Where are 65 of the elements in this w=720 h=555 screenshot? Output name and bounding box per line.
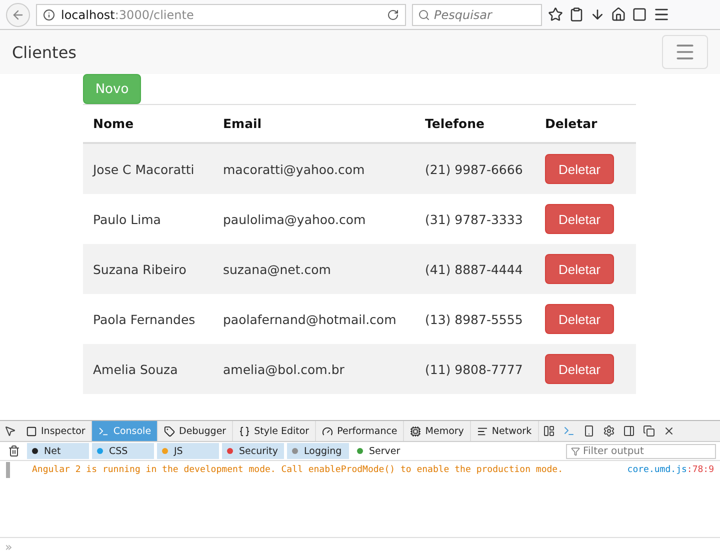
back-button[interactable] [6, 2, 30, 26]
clipboard-icon[interactable] [569, 7, 584, 22]
phone-icon[interactable] [582, 425, 595, 437]
name-cell-text: Suzana Ribeiro [93, 262, 188, 276]
filter-field[interactable]: Filter output [566, 444, 716, 458]
phone-cell-text: (11) 9808-7777 [425, 362, 524, 376]
trash-icon[interactable] [8, 445, 20, 457]
navbar-brand[interactable]: Clientes [12, 42, 76, 62]
filter-icon [571, 446, 580, 456]
delete-button[interactable]: Deletar [545, 204, 614, 234]
console-icon[interactable] [562, 425, 575, 437]
reload-icon[interactable] [387, 8, 399, 20]
email-cell-text: suzana@net.com [223, 262, 332, 276]
email-cell-text: paolafernand@hotmail.com [223, 312, 398, 326]
layout-icon[interactable] [542, 425, 555, 437]
url-host: localhost [61, 8, 115, 22]
gauge-icon [322, 426, 334, 436]
email-cell-text: paulolima@yahoo.com [223, 212, 367, 226]
filter-button[interactable]: JS [157, 443, 219, 459]
name-cell-text: Paola Fernandes [93, 312, 196, 326]
name-cell-text: Jose C Macoratti [93, 162, 196, 176]
terminal-icon [98, 426, 110, 436]
close-icon[interactable] [662, 425, 675, 437]
delete-button[interactable]: Deletar [545, 304, 614, 334]
star-icon[interactable] [548, 7, 563, 22]
braces-icon [239, 426, 250, 436]
tag-icon [164, 426, 176, 436]
filter-button[interactable]: Server [352, 443, 414, 459]
settings-icon[interactable] [602, 425, 615, 437]
menu-icon[interactable] [653, 6, 670, 23]
source-link[interactable]: core.umd.js:78:9 [627, 465, 714, 475]
search-field[interactable]: Pesquisar [412, 4, 542, 26]
delete-button[interactable]: Deletar [545, 354, 614, 384]
email-cell-text: macoratti@yahoo.com [223, 162, 366, 176]
name-cell-text: Paulo Lima [93, 212, 162, 226]
phone-cell-text: (41) 8887-4444 [425, 262, 524, 276]
lines-icon [476, 426, 488, 436]
filter-button[interactable]: Net [27, 443, 89, 459]
windows-icon[interactable] [642, 425, 655, 437]
filter-button[interactable]: Security [222, 443, 284, 459]
name-cell-text: Amelia Souza [93, 362, 179, 376]
column-header: Email [223, 116, 263, 131]
column-header: Nome [93, 116, 135, 131]
delete-button[interactable]: Deletar [545, 154, 614, 184]
email-cell-text: amelia@bol.com.br [223, 362, 346, 376]
menu-toggle-button[interactable] [662, 35, 708, 69]
phone-cell-text: (13) 8987-5555 [425, 312, 524, 326]
delete-button[interactable]: Deletar [545, 254, 614, 284]
column-header: Telefone [425, 116, 486, 131]
square-icon [26, 426, 37, 436]
download-icon[interactable] [590, 7, 605, 22]
chip-icon [410, 426, 422, 436]
console-message: Angular 2 is running in the development mode. Call enableProdMode() to enable the production mode. [32, 465, 564, 475]
url-path: :3000/cliente [114, 8, 195, 22]
filter-button[interactable]: Logging [287, 443, 349, 459]
dock-icon[interactable] [622, 425, 635, 437]
search-icon [418, 8, 430, 20]
phone-cell-text: (31) 9787-3333 [425, 212, 524, 226]
info-icon [43, 8, 55, 20]
filter-button[interactable]: CSS [92, 443, 154, 459]
address-bar[interactable]: localhost:3000/cliente [36, 4, 406, 26]
phone-cell-text: (21) 9987-6666 [425, 162, 524, 176]
home-icon[interactable] [611, 7, 626, 22]
column-header: Deletar [545, 116, 598, 131]
pick-element-icon[interactable] [4, 425, 16, 437]
